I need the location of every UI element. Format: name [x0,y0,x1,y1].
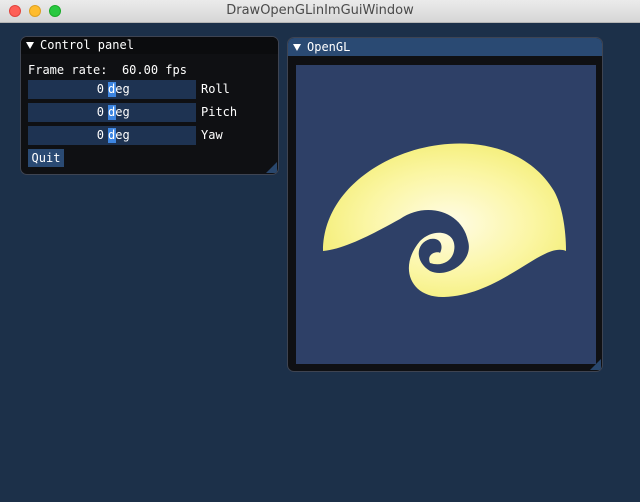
resize-grip[interactable] [266,162,277,173]
pitch-slider[interactable]: 0 deg [28,103,196,122]
control-panel-title: Control panel [40,38,134,52]
spiral-shape [323,143,566,298]
control-panel-window[interactable]: Control panel Frame rate: 60.00 fps 0 de… [20,36,279,175]
title-bar: DrawOpenGLinImGuiWindow [0,0,640,23]
quit-button[interactable]: Quit [28,149,64,167]
opengl-title: OpenGL [307,40,351,54]
yaw-unit: deg [108,128,130,142]
yaw-label: Yaw [201,128,223,142]
frame-rate-value: 60.00 fps [121,63,187,77]
spiral-shape-graphic [323,143,566,298]
frame-rate-text: Frame rate: 60.00 fps [28,63,187,77]
roll-slider-row: 0 deg Roll [28,80,278,99]
opengl-canvas[interactable] [296,65,596,364]
roll-value: 0 [96,82,104,96]
resize-grip[interactable] [590,359,601,370]
yaw-slider[interactable]: 0 deg [28,126,196,145]
roll-unit: deg [108,82,130,96]
pitch-value: 0 [96,105,104,119]
opengl-header[interactable]: OpenGL [288,38,602,56]
pitch-label: Pitch [201,105,238,119]
pitch-slider-row: 0 deg Pitch [28,103,278,122]
roll-slider[interactable]: 0 deg [28,80,196,99]
window-title: DrawOpenGLinImGuiWindow [226,3,414,18]
collapse-triangle-icon[interactable] [26,42,34,49]
yaw-value: 0 [96,128,104,142]
yaw-slider-row: 0 deg Yaw [28,126,278,145]
control-panel-header[interactable]: Control panel [21,37,278,54]
roll-label: Roll [201,82,230,96]
frame-rate-label: Frame rate: [28,63,108,77]
opengl-window[interactable]: OpenGL [287,37,603,372]
collapse-triangle-icon[interactable] [293,44,301,51]
pitch-unit: deg [108,105,130,119]
